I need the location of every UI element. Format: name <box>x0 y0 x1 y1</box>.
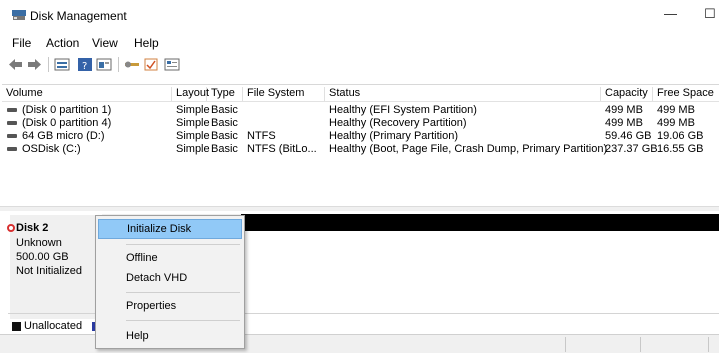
menu-item-detach-vhd[interactable]: Detach VHD <box>98 268 242 288</box>
context-menu: Initialize Disk Offline Detach VHD Prope… <box>95 215 245 349</box>
maximize-button[interactable]: ☐ <box>704 6 716 22</box>
cell-volume: (Disk 0 partition 4) <box>22 117 112 129</box>
legend-unallocated-label: Unallocated <box>24 320 83 332</box>
volume-icon <box>7 134 17 138</box>
menu-bar: File Action View Help <box>0 31 719 51</box>
menu-help[interactable]: Help <box>134 36 159 50</box>
column-header-file-system[interactable]: File System <box>243 87 325 101</box>
volume-list: Volume Layout Type File System Status Ca… <box>2 84 719 206</box>
cell-volume: (Disk 0 partition 1) <box>22 104 112 116</box>
cell-layout: Simple <box>176 143 210 155</box>
cell-file-system: NTFS <box>247 130 276 142</box>
column-header-free-space[interactable]: Free Space <box>653 87 719 101</box>
disk-name: Disk 2 <box>16 222 49 234</box>
table-row[interactable]: OSDisk (C:) Simple Basic NTFS (BitLo... … <box>2 143 719 156</box>
cell-layout: Simple <box>176 104 210 116</box>
cell-status: Healthy (Recovery Partition) <box>329 117 467 129</box>
cell-capacity: 499 MB <box>605 117 643 129</box>
check-icon[interactable] <box>144 58 158 71</box>
back-icon[interactable] <box>8 58 23 71</box>
menu-view[interactable]: View <box>92 36 118 50</box>
menu-separator <box>126 244 240 245</box>
cell-status: Healthy (EFI System Partition) <box>329 104 477 116</box>
svg-text:?: ? <box>82 61 87 71</box>
disk-size: 500.00 GB <box>16 251 69 263</box>
volume-icon <box>7 147 17 151</box>
volume-icon <box>7 121 17 125</box>
disk-management-icon <box>12 10 26 20</box>
cell-type: Basic <box>211 104 238 116</box>
column-header-layout[interactable]: Layout <box>172 87 209 101</box>
cell-layout: Simple <box>176 130 210 142</box>
menu-separator <box>126 292 240 293</box>
cell-type: Basic <box>211 130 238 142</box>
disk-2-label[interactable]: Disk 2 Unknown 500.00 GB Not Initialized <box>7 215 102 319</box>
menu-item-help[interactable]: Help <box>98 326 242 346</box>
menu-separator <box>126 320 240 321</box>
column-header-volume[interactable]: Volume <box>2 87 172 101</box>
cell-free-space: 499 MB <box>657 104 695 116</box>
cell-status: Healthy (Boot, Page File, Crash Dump, Pr… <box>329 143 608 155</box>
unallocated-region-bar[interactable] <box>241 214 719 231</box>
cell-free-space: 499 MB <box>657 117 695 129</box>
cell-capacity: 59.46 GB <box>605 130 652 142</box>
menu-item-initialize-disk[interactable]: Initialize Disk <box>98 219 242 239</box>
forward-icon[interactable] <box>27 58 42 71</box>
table-header: Volume Layout Type File System Status Ca… <box>2 85 719 102</box>
status-separator <box>708 337 709 352</box>
cell-capacity: 237.37 GB <box>605 143 658 155</box>
volume-icon <box>7 108 17 112</box>
cell-layout: Simple <box>176 117 210 129</box>
menu-item-properties[interactable]: Properties <box>98 296 242 316</box>
cell-status: Healthy (Primary Partition) <box>329 130 458 142</box>
menu-file[interactable]: File <box>12 36 31 50</box>
cell-free-space: 16.55 GB <box>657 143 704 155</box>
cell-capacity: 499 MB <box>605 104 643 116</box>
toolbar: ? <box>0 54 719 76</box>
connect-icon[interactable] <box>124 58 140 71</box>
cell-type: Basic <box>211 143 238 155</box>
cell-type: Basic <box>211 117 238 129</box>
help-icon[interactable]: ? <box>78 58 92 71</box>
column-header-capacity[interactable]: Capacity <box>601 87 653 101</box>
minimize-button[interactable]: — <box>664 6 677 21</box>
column-header-type[interactable]: Type <box>207 87 243 101</box>
properties-icon[interactable] <box>96 58 112 71</box>
status-separator <box>640 337 641 352</box>
menu-item-offline[interactable]: Offline <box>98 248 242 268</box>
disk-error-icon <box>7 224 15 232</box>
status-separator <box>565 337 566 352</box>
disk-state: Not Initialized <box>16 265 83 277</box>
window-title: Disk Management <box>30 9 127 23</box>
disk-list-icon[interactable] <box>54 58 70 71</box>
cell-free-space: 19.06 GB <box>657 130 704 142</box>
cell-volume: OSDisk (C:) <box>22 143 81 155</box>
title-bar: Disk Management — ☐ <box>0 0 719 30</box>
table-row[interactable]: 64 GB micro (D:) Simple Basic NTFS Healt… <box>2 130 719 143</box>
toolbar-separator <box>118 57 119 72</box>
disk-kind: Unknown <box>16 237 62 249</box>
cell-file-system: NTFS (BitLo... <box>247 143 317 155</box>
table-row[interactable]: (Disk 0 partition 4) Simple Basic Health… <box>2 117 719 130</box>
cell-volume: 64 GB micro (D:) <box>22 130 105 142</box>
toolbar-separator <box>48 57 49 72</box>
settings-icon[interactable] <box>164 58 180 71</box>
menu-action[interactable]: Action <box>46 36 79 50</box>
table-row[interactable]: (Disk 0 partition 1) Simple Basic Health… <box>2 104 719 117</box>
unallocated-swatch <box>12 322 21 331</box>
column-header-status[interactable]: Status <box>325 87 601 101</box>
